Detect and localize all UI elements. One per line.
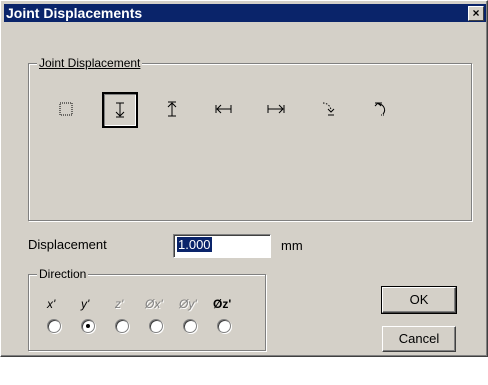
tool-rotation-ccw[interactable] [363,92,397,126]
close-icon: × [472,6,480,20]
direction-group: Direction x' y' z' Øx' Øy' Øz' [28,267,266,351]
displacement-label: Displacement [28,237,107,252]
displacement-down-icon [115,102,125,118]
direction-label-rx: Øx' [145,297,163,311]
displacement-right-icon [267,104,285,114]
direction-label-z: z' [115,297,124,311]
displacement-unit: mm [281,238,303,253]
cancel-button[interactable]: Cancel [382,326,456,352]
displacement-up-icon [167,101,177,117]
displacement-value: 1.000 [177,237,212,252]
direction-label-ry: Øy' [179,297,197,311]
none-dotted-square-icon [59,102,73,116]
ok-button[interactable]: OK [381,286,457,314]
joint-displacement-group: Joint Displacement [28,56,472,221]
tool-none[interactable] [49,92,83,126]
radio-ry [183,319,197,333]
joint-displacements-dialog: Joint Displacements × Joint Displacement [0,0,488,357]
tool-displacement-left[interactable] [207,92,241,126]
displacement-left-icon [215,104,232,114]
radio-rx [149,319,163,333]
direction-label-x: x' [47,297,56,311]
direction-label-rz: Øz' [213,297,232,311]
radio-y-checked-dot [86,324,90,328]
direction-group-label: Direction [37,267,89,281]
joint-displacement-group-label: Joint Displacement [37,56,143,70]
radio-z [115,319,129,333]
dialog-title: Joint Displacements [6,5,143,21]
displacement-label-text: Displacement [28,237,107,252]
rotation-cw-icon [322,102,335,116]
tool-displacement-down[interactable] [102,92,138,128]
radio-rz[interactable] [217,319,231,333]
radio-x[interactable] [47,319,61,333]
tool-displacement-up[interactable] [155,92,189,126]
tool-displacement-right[interactable] [259,92,293,126]
title-bar: Joint Displacements × [4,4,486,22]
rotation-ccw-icon [374,102,385,116]
radio-y[interactable] [81,319,95,333]
tool-rotation-cw[interactable] [311,92,345,126]
direction-label-y: y' [81,297,90,311]
close-button[interactable]: × [468,6,484,21]
joint-displacement-mnemonic: Joint Displacement [39,56,141,70]
displacement-input[interactable]: 1.000 [173,234,271,258]
